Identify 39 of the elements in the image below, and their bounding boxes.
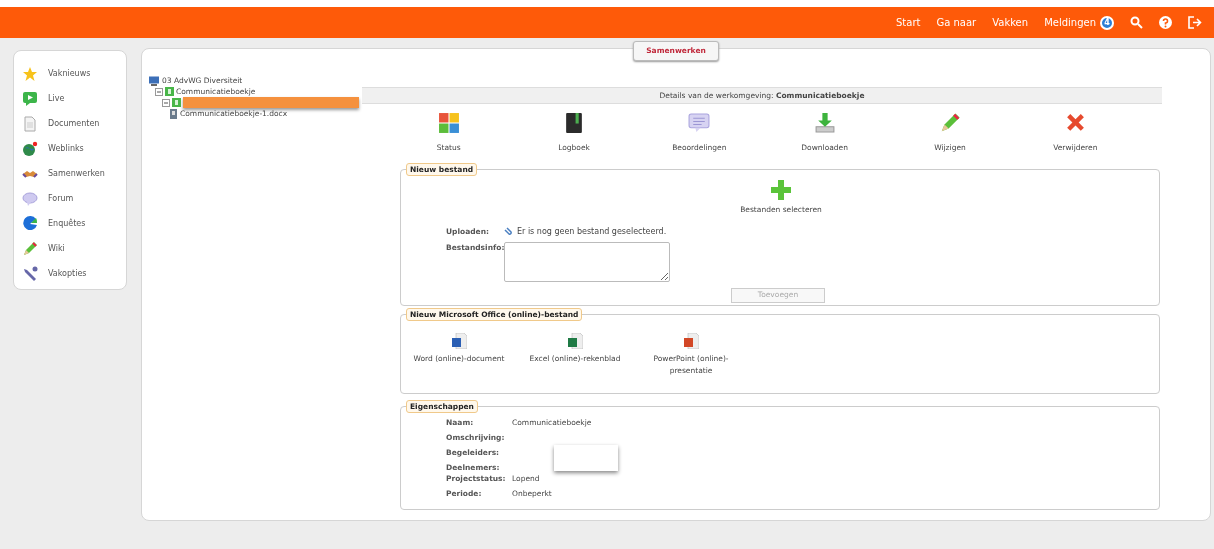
star-icon [22,65,38,82]
sidebar-item[interactable]: Samenwerken [22,161,126,186]
powerpoint-file-icon [683,333,699,350]
sidebar-item[interactable]: Enquêtes [22,211,126,236]
info-textarea[interactable] [504,241,670,282]
delete-cross-icon [1064,112,1087,134]
computer-icon [148,75,160,86]
logout-icon [1188,16,1202,29]
collapse-icon[interactable] [162,98,170,107]
globe-icon [22,140,38,157]
status-grid-icon [437,112,460,134]
document-icon [22,115,38,132]
notifications-label: Meldingen [1044,16,1096,30]
redaction-box [554,445,618,472]
comments-icon [688,112,711,134]
sidebar-item[interactable]: Forum [22,186,126,211]
sidebar-item[interactable]: Wiki [22,236,126,261]
chat-play-icon [22,90,38,107]
plus-icon [771,180,791,201]
download-icon [813,112,836,134]
search-icon [1130,16,1143,29]
sidebar-item[interactable]: Live [22,86,126,111]
pie-chart-icon [22,215,38,232]
help-icon [1159,16,1172,29]
pencil-icon [22,240,38,257]
speech-bubble-icon [22,190,38,207]
sidebar-item[interactable]: Documenten [22,111,126,136]
book-icon [563,112,585,134]
count-badge: 4 [1100,15,1114,30]
paperclip-icon [504,227,513,236]
sidebar-item[interactable]: Weblinks [22,136,126,161]
excel-file-icon [567,333,583,350]
sidebar-item[interactable]: Vakopties [22,261,126,286]
sidebar-item[interactable]: Vaknieuws [22,61,126,86]
upload-status: Er is nog geen bestand geselecteerd. [517,225,667,238]
file-icon [169,108,178,119]
notifications-link[interactable]: Meldingen 4 [1044,15,1114,30]
collapse-icon[interactable] [155,87,163,96]
word-file-icon [451,333,467,350]
